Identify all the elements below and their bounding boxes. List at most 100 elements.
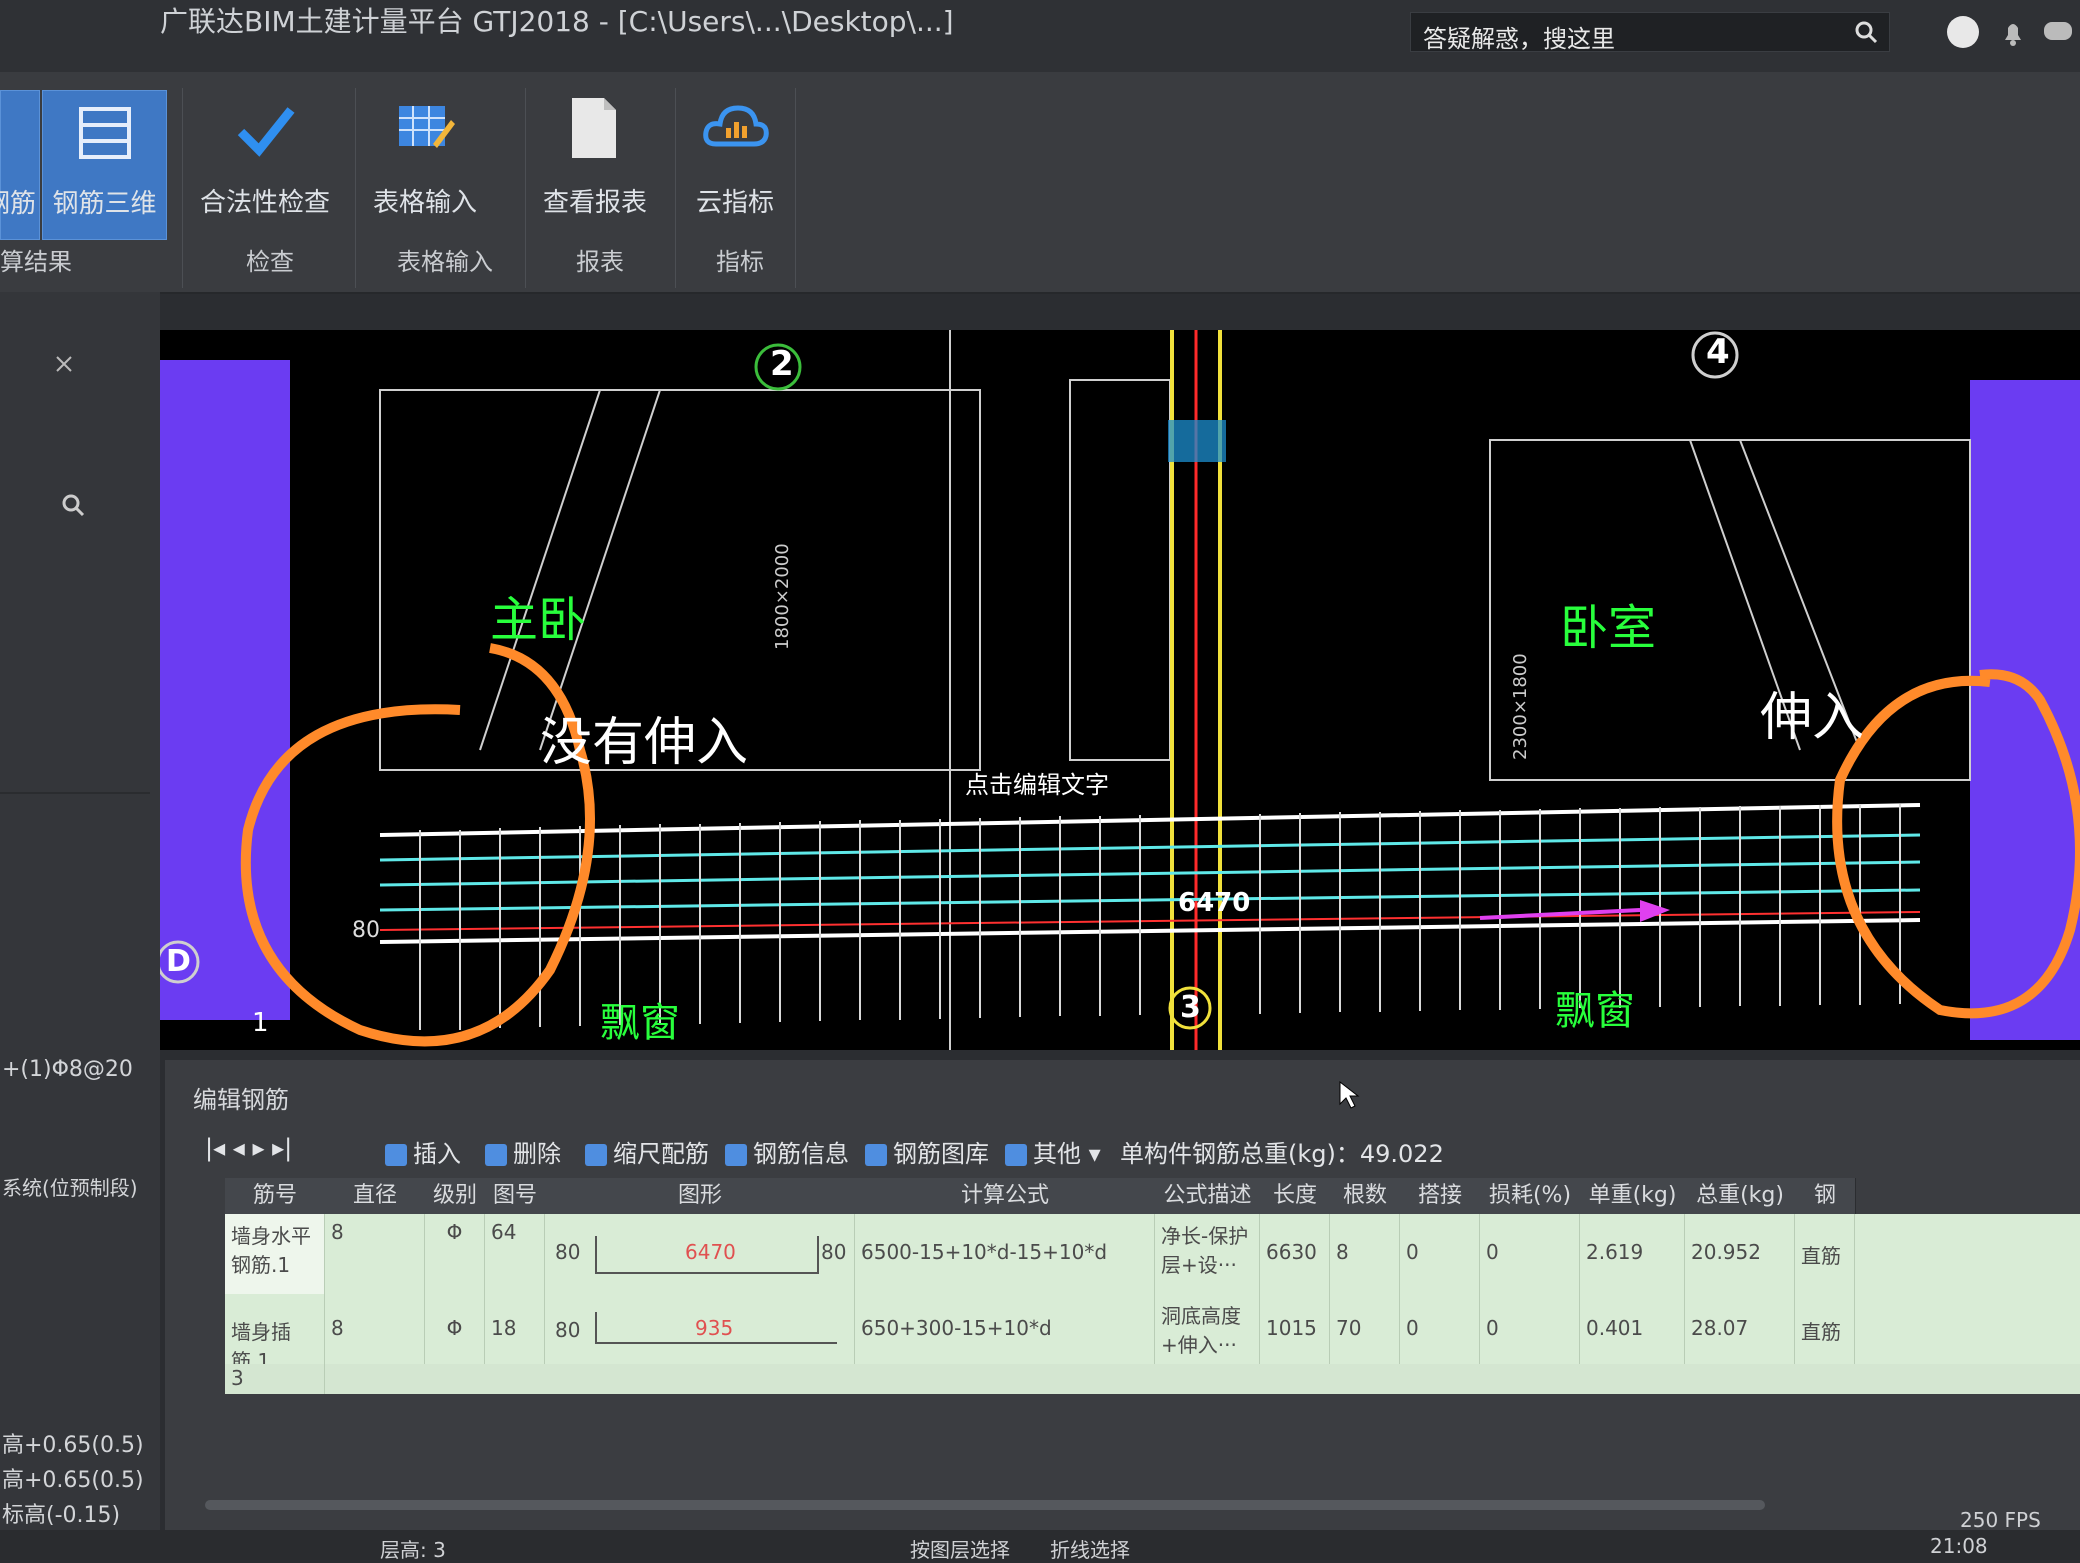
rebar-info-button[interactable]: 钢筋信息 xyxy=(725,1134,849,1169)
cell-lap[interactable]: 0 xyxy=(1400,1294,1480,1364)
user-avatar-icon[interactable] xyxy=(1945,14,1981,50)
table-row[interactable]: 墙身插筋.1 8 Φ 18 80 935 650+300-15+10*d 洞底高… xyxy=(225,1294,2080,1364)
rebar-horizontal[interactable] xyxy=(379,803,1921,944)
cell-length[interactable]: 6630 xyxy=(1260,1214,1330,1294)
cell-name[interactable]: 墙身水平钢筋.1 xyxy=(225,1214,325,1294)
cell-diameter[interactable]: 8 xyxy=(325,1294,425,1364)
window-dimension: 2300×1800 xyxy=(1510,653,1531,760)
cell-lap[interactable]: 0 xyxy=(1400,1214,1480,1294)
view-report-label: 查看报表 xyxy=(542,188,647,218)
cell-count[interactable]: 8 xyxy=(1330,1214,1400,1294)
cell-formula[interactable]: 6500-15+10*d-15+10*d xyxy=(855,1214,1155,1294)
panel-divider xyxy=(0,792,150,794)
left-panel-item[interactable]: 标高(-0.15) xyxy=(2,1497,120,1529)
col-header: 图号 xyxy=(485,1178,546,1214)
rebar-3d-button[interactable]: 钢筋三维 xyxy=(42,90,167,240)
rebar-info-label: 钢筋信息 xyxy=(753,1140,849,1168)
dimension-text[interactable]: 6470 xyxy=(1178,888,1250,918)
cell-type[interactable]: 直筋 xyxy=(1795,1214,1855,1294)
table-input-button[interactable]: 表格输入 xyxy=(360,90,490,240)
cell-type[interactable]: 直筋 xyxy=(1795,1294,1855,1364)
view-report-button[interactable]: 查看报表 xyxy=(530,90,660,240)
cloud-chart-icon xyxy=(703,105,769,147)
legality-check-button[interactable]: 合法性检查 xyxy=(190,90,340,240)
left-panel: +(1)Φ8@20 系统(位预制段) 高+0.65(0.5) 高+0.65(0.… xyxy=(0,292,160,1560)
table-row[interactable]: 3 xyxy=(225,1364,2080,1394)
shape-length-value[interactable]: 935 xyxy=(695,1316,733,1340)
bell-icon[interactable] xyxy=(1995,14,2031,50)
status-bar: 层高: 3 按图层选择 折线选择 21:08 xyxy=(0,1530,2080,1563)
other-dropdown[interactable]: 其他 ▾ xyxy=(1005,1134,1101,1169)
status-item[interactable]: 折线选择 xyxy=(1050,1534,1130,1563)
left-panel-item[interactable]: +(1)Φ8@20 xyxy=(2,1057,133,1082)
cell-loss[interactable]: 0 xyxy=(1480,1214,1580,1294)
panel-title: 编辑钢筋 xyxy=(193,1086,289,1114)
left-panel-item[interactable]: 高+0.65(0.5) xyxy=(2,1427,144,1459)
cell-fig[interactable]: 64 xyxy=(485,1214,545,1294)
close-icon[interactable] xyxy=(52,352,76,376)
rebar-info-icon xyxy=(725,1144,747,1166)
cell-shape[interactable]: 80 935 xyxy=(545,1294,855,1364)
search-placeholder: 答疑解惑，搜这里 xyxy=(1423,25,1615,53)
scale-rebar-button[interactable]: 缩尺配筋 xyxy=(585,1134,709,1169)
group-label-check: 检查 xyxy=(246,248,294,276)
cloud-index-button[interactable]: 云指标 xyxy=(680,90,790,240)
table-edit-icon xyxy=(399,106,455,148)
insert-button[interactable]: 插入 xyxy=(385,1134,461,1169)
col-header: 总重(kg) xyxy=(1685,1178,1796,1214)
cell-length[interactable]: 1015 xyxy=(1260,1294,1330,1364)
col-header: 直径(mm) xyxy=(325,1178,426,1244)
rebar-library-icon xyxy=(865,1144,887,1166)
rebar-library-label: 钢筋图库 xyxy=(893,1140,989,1168)
column-marker[interactable] xyxy=(1168,420,1226,462)
cloud-index-label: 云指标 xyxy=(695,188,774,218)
insert-label: 插入 xyxy=(413,1140,461,1168)
ribbon: 钢筋 钢筋三维 合法性检查 表格输入 查看报表 云指标 算结果 检查 表格输入 … xyxy=(0,72,2080,294)
other-label: 其他 xyxy=(1033,1140,1081,1168)
title-bar: 广联达BIM土建计量平台 GTJ2018 - [C:\Users\...\Des… xyxy=(0,0,2080,73)
rebar-button[interactable]: 钢筋 xyxy=(0,90,40,240)
scale-rebar-icon xyxy=(585,1144,607,1166)
chat-icon[interactable] xyxy=(2040,14,2076,50)
search-icon[interactable] xyxy=(1853,19,1879,45)
rebar-library-button[interactable]: 钢筋图库 xyxy=(865,1134,989,1169)
cell-count[interactable]: 70 xyxy=(1330,1294,1400,1364)
cell-fig[interactable]: 18 xyxy=(485,1294,545,1364)
cell-grade[interactable]: Φ xyxy=(425,1294,485,1364)
left-panel-item[interactable]: 高+0.65(0.5) xyxy=(2,1462,144,1494)
insert-icon xyxy=(385,1144,407,1166)
cell-shape[interactable]: 80 6470 80 xyxy=(545,1214,855,1294)
rebar-3d-icon xyxy=(79,107,131,159)
delete-button[interactable]: 删除 xyxy=(485,1134,561,1169)
axis-label: 1 xyxy=(252,1008,269,1038)
horizontal-scrollbar[interactable] xyxy=(205,1500,1765,1510)
search-input[interactable]: 答疑解惑，搜这里 xyxy=(1410,12,1890,53)
cell-formula[interactable]: 650+300-15+10*d xyxy=(855,1294,1155,1364)
room-label: 飘窗 xyxy=(600,1000,680,1046)
editor-toolbar: |◂ ◂ ▸ ▸| 插入 删除 缩尺配筋 钢筋信息 钢筋图库 其他 ▾ 单构件钢… xyxy=(205,1130,2075,1172)
shape-length-value[interactable]: 6470 xyxy=(685,1240,736,1264)
cell-diameter[interactable]: 8 xyxy=(325,1214,425,1294)
room-label: 主卧 xyxy=(490,592,587,648)
cell-name[interactable]: 墙身插筋.1 xyxy=(225,1294,325,1364)
ribbon-divider xyxy=(182,88,183,288)
col-header: 长度 xyxy=(1260,1178,1331,1214)
fps-counter: 250 FPS xyxy=(1960,1508,2041,1532)
shape-left-value: 80 xyxy=(555,1318,581,1342)
cell-grade[interactable]: Φ xyxy=(425,1214,485,1294)
table-row[interactable]: 墙身水平钢筋.1 8 Φ 64 80 6470 80 6500-15+10*d-… xyxy=(225,1214,2080,1294)
search-icon[interactable] xyxy=(60,492,86,518)
group-label-table-input: 表格输入 xyxy=(397,248,493,276)
status-item[interactable]: 按图层选择 xyxy=(910,1534,1010,1563)
cell-desc[interactable]: 净长-保护层+设··· xyxy=(1155,1214,1260,1294)
cell-desc[interactable]: 洞底高度+伸入··· xyxy=(1155,1294,1260,1364)
nav-first-icon[interactable]: |◂ ◂ ▸ ▸| xyxy=(205,1134,292,1162)
report-document-icon xyxy=(572,98,616,158)
col-header: 损耗(%) xyxy=(1480,1178,1581,1214)
cad-viewport[interactable]: 2 4 3 D 1 主卧 卧室 飘窗 飘窗 6470 点击编辑文字 没有伸入 伸… xyxy=(160,330,2080,1050)
total-weight-text: 单构件钢筋总重(kg)：49.022 xyxy=(1120,1140,1444,1168)
cell-loss[interactable]: 0 xyxy=(1480,1294,1580,1364)
wall-column-left[interactable] xyxy=(160,360,290,1020)
left-panel-item[interactable]: 系统(位预制段) xyxy=(2,1172,138,1201)
edit-text-hint[interactable]: 点击编辑文字 xyxy=(965,765,1109,800)
